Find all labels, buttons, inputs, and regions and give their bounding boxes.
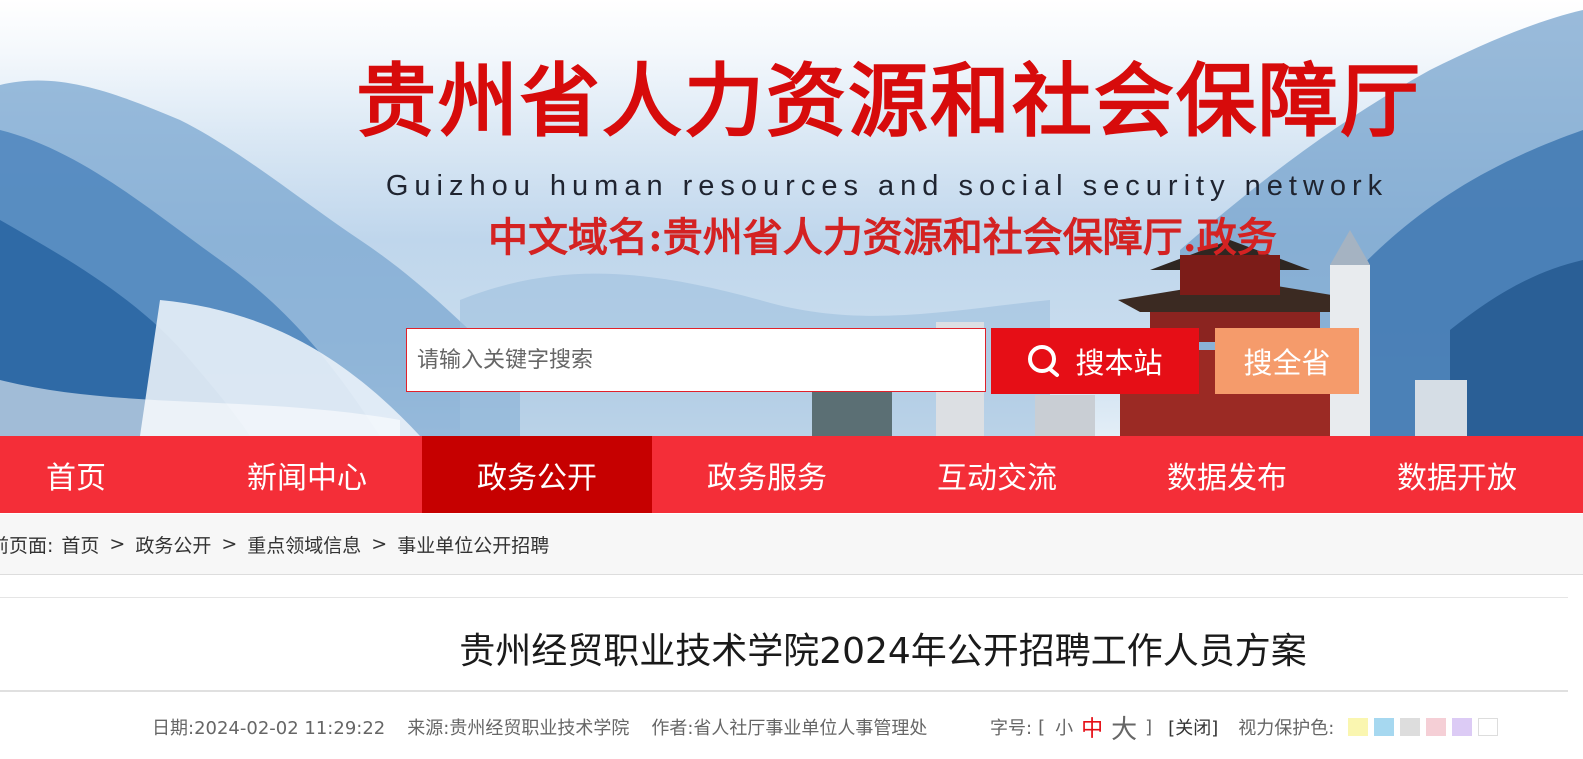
- reading-tools: 字号: [ 小 中 大 ] [关闭] 视力保护色:: [990, 711, 1504, 745]
- breadcrumb-key-areas[interactable]: 重点领域信息: [247, 531, 361, 558]
- header-banner: 贵州省人力资源和社会保障厅 Guizhou human resources an…: [0, 0, 1583, 436]
- breadcrumb-separator: >: [221, 533, 238, 555]
- nav-item-news[interactable]: 新闻中心: [192, 436, 422, 513]
- breadcrumb-recruitment[interactable]: 事业单位公开招聘: [397, 531, 549, 558]
- search-site-label: 搜本站: [1075, 346, 1163, 380]
- nav-item-open-data[interactable]: 数据开放: [1342, 436, 1572, 513]
- article-date: 日期:2024-02-02 11:29:22: [152, 718, 386, 739]
- close-link[interactable]: [关闭]: [1168, 714, 1218, 740]
- nav-item-gov-affairs[interactable]: 政务公开: [422, 436, 652, 513]
- article-header: 贵州经贸职业技术学院2024年公开招聘工作人员方案: [0, 597, 1568, 692]
- search-site-button[interactable]: 搜本站: [991, 328, 1199, 394]
- nav-item-home[interactable]: 首页: [0, 436, 192, 513]
- search-input[interactable]: [407, 329, 985, 391]
- font-medium-button[interactable]: 中: [1081, 711, 1103, 743]
- breadcrumb: 前页面: 首页 > 政务公开 > 重点领域信息 > 事业单位公开招聘: [0, 514, 1583, 575]
- breadcrumb-separator: >: [371, 533, 388, 555]
- nav-label: 政务服务: [707, 460, 827, 496]
- bracket-close: ]: [1145, 716, 1153, 738]
- nav-item-interaction[interactable]: 互动交流: [882, 436, 1112, 513]
- search-icon: [1028, 345, 1060, 377]
- site-title: 贵州省人力资源和社会保障厅: [356, 55, 1422, 148]
- swatch-blue[interactable]: [1374, 718, 1395, 736]
- nav-item-gov-services[interactable]: 政务服务: [652, 436, 882, 513]
- font-large-button[interactable]: 大: [1111, 709, 1137, 746]
- eye-protection-label: 视力保护色:: [1238, 718, 1335, 739]
- swatch-white[interactable]: [1478, 718, 1499, 736]
- font-small-button[interactable]: 小: [1055, 714, 1073, 740]
- nav-label: 政务公开: [477, 460, 597, 496]
- nav-label: 新闻中心: [247, 460, 367, 496]
- chinese-domain-name: 中文域名:贵州省人力资源和社会保障厅.政务: [488, 214, 1277, 261]
- swatch-pink[interactable]: [1426, 718, 1447, 736]
- font-size-label: 字号:: [990, 718, 1033, 739]
- nav-item-data-release[interactable]: 数据发布: [1112, 436, 1342, 513]
- nav-label: 首页: [46, 460, 106, 496]
- nav-label: 数据发布: [1167, 460, 1287, 496]
- bracket-open: [: [1038, 716, 1046, 738]
- article-meta: 日期:2024-02-02 11:29:22 来源:贵州经贸职业技术学院 作者:…: [152, 713, 927, 741]
- article-title: 贵州经贸职业技术学院2024年公开招聘工作人员方案: [459, 631, 1307, 672]
- nav-label: 数据开放: [1397, 460, 1517, 496]
- swatch-gray[interactable]: [1400, 718, 1421, 736]
- breadcrumb-home[interactable]: 首页: [61, 531, 99, 558]
- swatch-yellow[interactable]: [1348, 718, 1369, 736]
- search-province-button[interactable]: 搜全省: [1215, 328, 1359, 394]
- breadcrumb-gov-affairs[interactable]: 政务公开: [135, 531, 211, 558]
- site-subtitle: Guizhou human resources and social secur…: [385, 170, 1389, 202]
- search-box: [406, 328, 986, 392]
- breadcrumb-prefix: 前页面:: [0, 534, 54, 557]
- nav-label: 互动交流: [937, 460, 1057, 496]
- article-author: 作者:省人社厅事业单位人事管理处: [651, 718, 928, 739]
- article-source: 来源:贵州经贸职业技术学院: [407, 718, 630, 739]
- swatch-purple[interactable]: [1452, 718, 1473, 736]
- main-nav: 首页 新闻中心 政务公开 政务服务 互动交流 数据发布 数据开放: [0, 436, 1583, 513]
- breadcrumb-separator: >: [109, 533, 126, 555]
- search-province-label: 搜全省: [1243, 346, 1331, 380]
